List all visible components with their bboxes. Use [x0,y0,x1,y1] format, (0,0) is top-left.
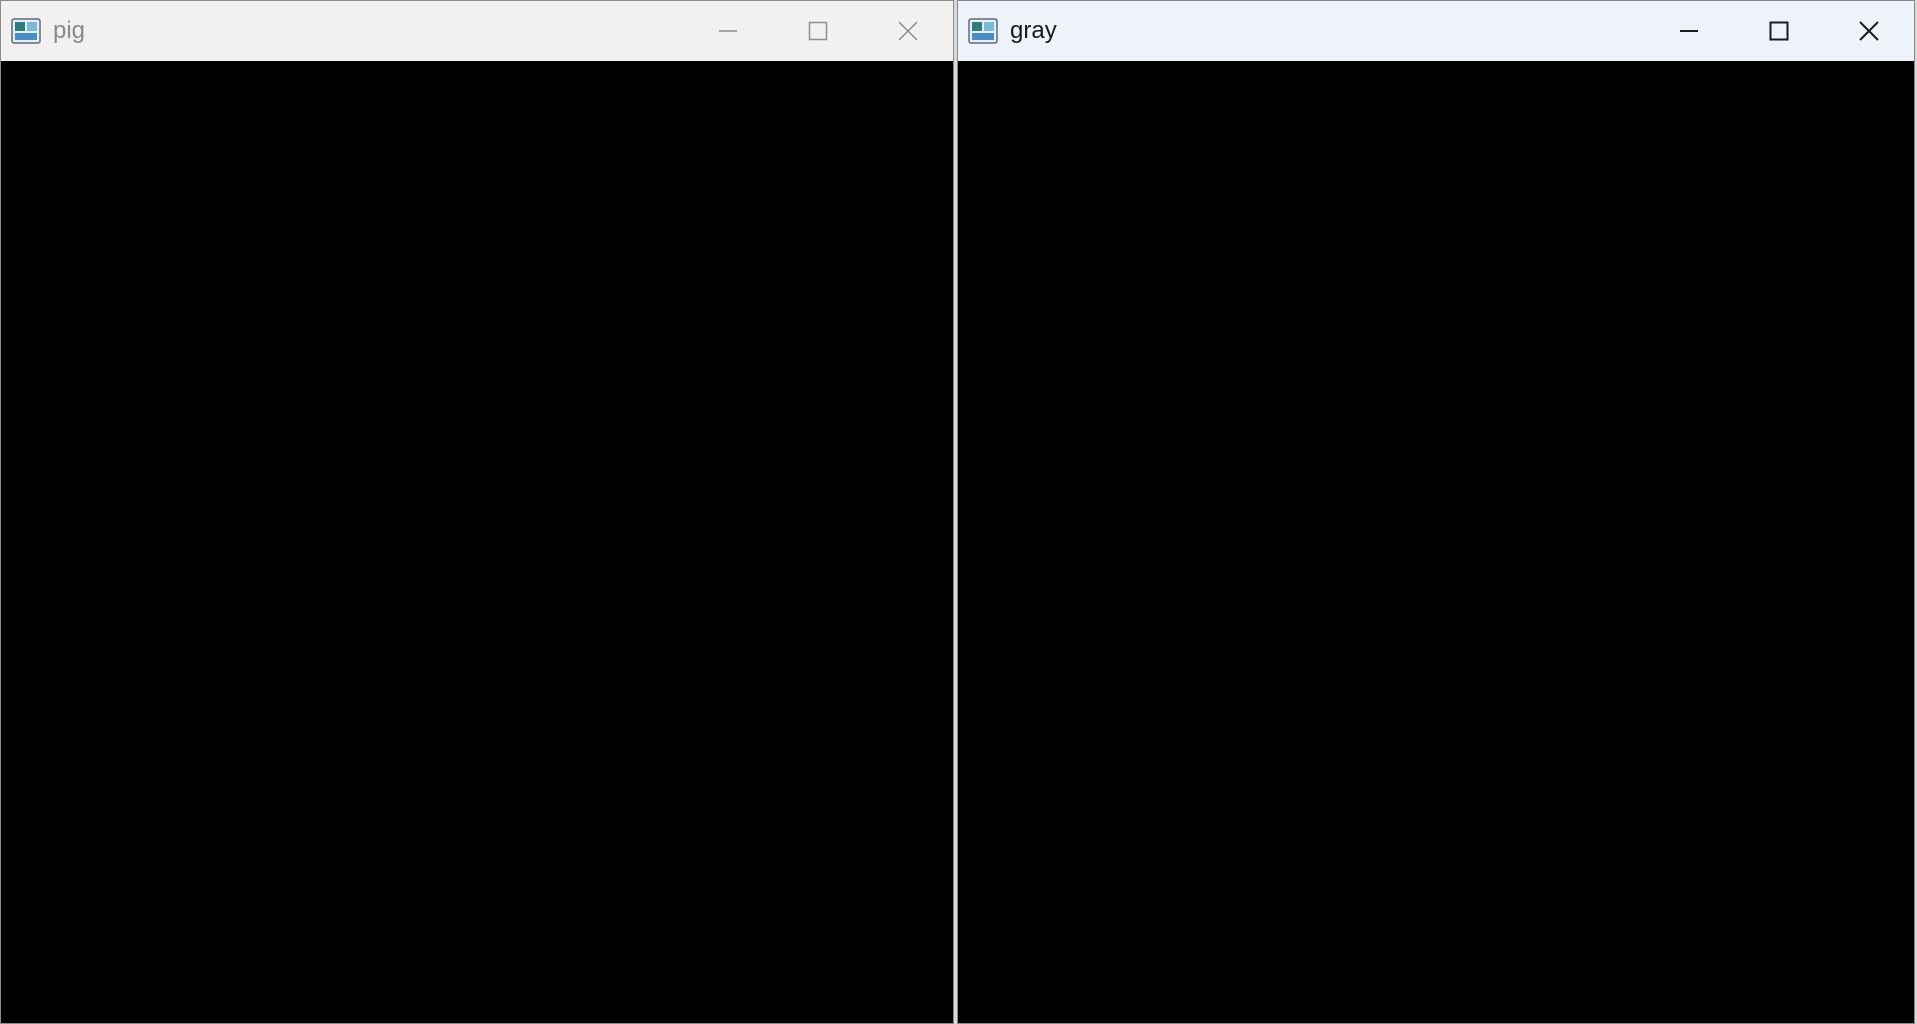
close-button[interactable] [1824,1,1914,61]
piglet-grayscale-image: #gray-art .skin { fill: url(#grayBody); … [958,61,1914,1023]
image-canvas: #gray-art .skin { fill: url(#grayBody); … [958,61,1914,1023]
minimize-icon [719,30,737,32]
minimize-icon [1680,30,1698,32]
window-title: gray [1010,17,1057,44]
pig-window-titlebar[interactable]: pig [1,1,953,61]
maximize-icon [808,21,828,41]
pig-window[interactable]: pig #pig-art .skin { fill: url(#pigBody)… [0,0,954,1024]
image-canvas: #pig-art .skin { fill: url(#pigBody); } … [1,61,953,1023]
minimize-button[interactable] [1644,1,1734,61]
maximize-icon [1769,21,1789,41]
gray-window-titlebar[interactable]: gray [958,1,1914,61]
close-icon [898,21,918,41]
maximize-button[interactable] [1734,1,1824,61]
close-button[interactable] [863,1,953,61]
app-icon [11,18,41,44]
app-icon [968,18,998,44]
maximize-button[interactable] [773,1,863,61]
piglet-color-image: #pig-art .skin { fill: url(#pigBody); } … [1,61,953,1023]
close-icon [1859,21,1879,41]
gray-window[interactable]: gray #gray-art .skin { fill: url(#grayBo… [957,0,1915,1024]
window-title: pig [53,17,86,44]
minimize-button[interactable] [683,1,773,61]
